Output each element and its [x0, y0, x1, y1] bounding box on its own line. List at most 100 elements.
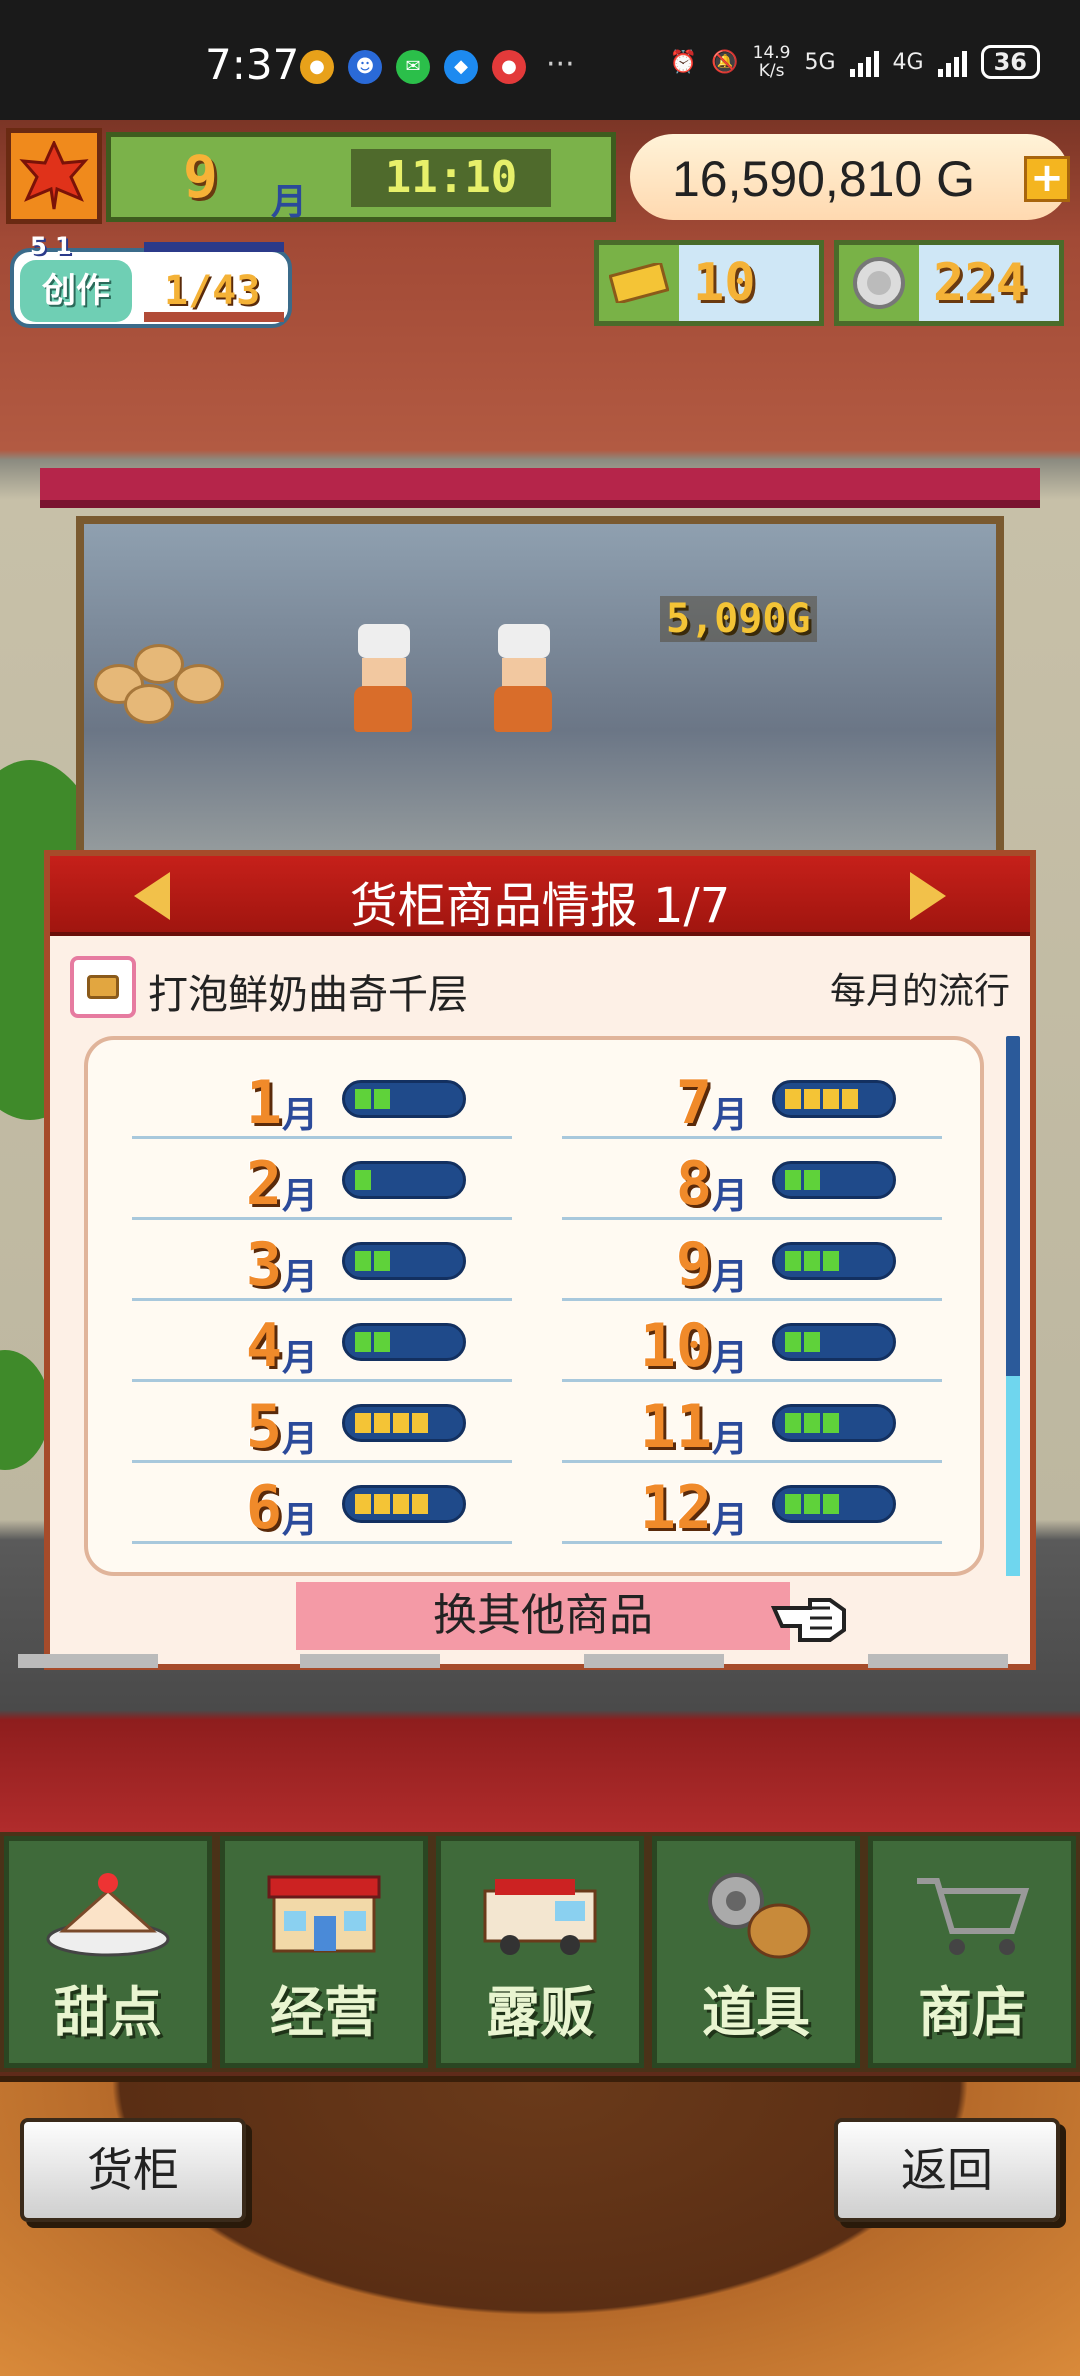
gauge-segment	[842, 1494, 858, 1514]
trend-scrollbar[interactable]	[1006, 1036, 1020, 1576]
craft-panel[interactable]: 5 1 创作 1/43	[10, 232, 292, 328]
net-speed-value: 14.9	[752, 43, 791, 63]
nav-store[interactable]: 商店	[868, 1836, 1076, 2068]
shop-window	[76, 516, 1004, 876]
medal-panel[interactable]: 224	[834, 240, 1064, 326]
nav-label: 经营	[270, 1981, 378, 2044]
gauge-segment	[804, 1494, 820, 1514]
gauge-segment	[823, 1494, 839, 1514]
sale-price-popup: 5,090G	[660, 596, 817, 642]
shopping-cart-icon	[917, 1878, 1030, 1955]
month-unit: 月	[712, 1176, 749, 1217]
notification-icons: ● ☻ ✉ ◆ ● ···	[300, 50, 575, 84]
wechat-icon: ✉	[396, 50, 430, 84]
road-marking	[300, 1654, 440, 1668]
season-leaf-icon[interactable]	[6, 128, 102, 224]
gauge-segment	[412, 1332, 428, 1352]
gauge-segment	[861, 1170, 877, 1190]
gauge-segment	[785, 1332, 801, 1352]
gauge-segment	[412, 1494, 428, 1514]
month-unit: 月	[712, 1095, 749, 1136]
craft-level: 5 1	[30, 232, 72, 260]
gauge-segment	[431, 1251, 447, 1271]
month-trend-row: 6月	[132, 1463, 512, 1544]
popularity-gauge	[342, 1080, 466, 1118]
status-bar: 7:37 ● ☻ ✉ ◆ ● ··· ⏰ 🔕 14.9 K/s 5G 4G 36	[0, 0, 1080, 120]
monthly-trend-panel: 1月2月3月4月5月6月 7 月 8 月 9 月 10 月 11 月 12 月	[84, 1036, 984, 1576]
nav-label: 甜点	[54, 1981, 162, 2044]
add-gold-button[interactable]: +	[1024, 156, 1070, 202]
monthly-trend-label: 每月的流行	[829, 971, 1010, 1012]
cake-icon	[46, 1873, 170, 1957]
medal-count: 224	[933, 253, 1027, 313]
cabinet-button[interactable]: 货柜	[20, 2118, 246, 2222]
nav-management[interactable]: 经营	[220, 1836, 428, 2068]
dialog-header: 货柜商品情报 1/7	[50, 856, 1030, 936]
bread-item	[174, 664, 224, 704]
gauge-segment	[431, 1089, 447, 1109]
gauge-segment	[823, 1332, 839, 1352]
gauge-segment	[431, 1494, 447, 1514]
weibo-icon: ●	[300, 50, 334, 84]
month-trend-row: 4月	[132, 1301, 512, 1382]
food-truck-icon	[483, 1879, 597, 1955]
month-number: 1	[245, 1068, 282, 1138]
month-unit: 月	[282, 1176, 319, 1217]
product-cake-icon	[70, 956, 136, 1018]
road-marking	[18, 1654, 158, 1668]
month-unit: 月	[282, 1338, 319, 1379]
month-trend-row: 10 月	[562, 1301, 942, 1382]
popularity-gauge	[772, 1485, 896, 1523]
ticket-icon	[599, 245, 679, 321]
gauge-segment	[355, 1251, 371, 1271]
app-face-icon: ☻	[348, 50, 382, 84]
bird-app-icon: ◆	[444, 50, 478, 84]
back-button[interactable]: 返回	[834, 2118, 1060, 2222]
gauge-segment	[823, 1089, 839, 1109]
gauge-segment	[374, 1332, 390, 1352]
gauge-segment	[412, 1089, 428, 1109]
popularity-gauge	[772, 1161, 896, 1199]
popularity-gauge	[342, 1161, 466, 1199]
gauge-segment	[355, 1089, 371, 1109]
trend-column-left: 1月2月3月4月5月6月	[132, 1058, 512, 1544]
month-trend-row: 8月	[562, 1139, 942, 1220]
month-unit: 月	[712, 1257, 749, 1298]
gauge-segment	[374, 1170, 390, 1190]
shop-building-icon	[267, 1875, 381, 1953]
month-unit: 月	[712, 1338, 749, 1379]
popularity-gauge	[342, 1485, 466, 1523]
nav-label: 商店	[918, 1981, 1026, 2044]
month-trend-row: 2月	[132, 1139, 512, 1220]
bottom-bar: 货柜 返回	[0, 2076, 1080, 2376]
status-right: ⏰ 🔕 14.9 K/s 5G 4G 36	[670, 44, 1040, 80]
nav-items[interactable]: 道具	[652, 1836, 860, 2068]
network-4g: 4G	[892, 49, 924, 75]
ticket-panel[interactable]: 10	[594, 240, 824, 326]
gauge-segment	[861, 1251, 877, 1271]
chef-character	[354, 624, 414, 734]
gauge-segment	[842, 1170, 858, 1190]
cabinet-product-info-dialog: 货柜商品情报 1/7 打泡鲜奶曲奇千层 每月的流行 1月2月3月4月5月6月 7…	[44, 850, 1036, 1670]
nav-dessert[interactable]: 甜点	[4, 1836, 212, 2068]
switch-product-button[interactable]: 换其他商品	[296, 1582, 790, 1650]
gauge-segment	[431, 1413, 447, 1433]
month-number: 5	[245, 1392, 282, 1462]
bottom-nav: 甜点 经营 露贩 道具 商店	[0, 1832, 1080, 2072]
gauge-segment	[861, 1332, 877, 1352]
next-arrow-icon[interactable]	[910, 872, 946, 920]
trend-scroll-thumb[interactable]	[1006, 1376, 1020, 1576]
more-icon: ···	[546, 47, 575, 82]
nav-food-stall[interactable]: 露贩	[436, 1836, 644, 2068]
gauge-segment	[842, 1332, 858, 1352]
month-trend-row: 3月	[132, 1220, 512, 1301]
bread-item	[124, 684, 174, 724]
popularity-gauge	[342, 1404, 466, 1442]
mute-icon: 🔕	[711, 49, 739, 75]
ticket-count: 10	[693, 253, 756, 313]
popularity-gauge	[772, 1323, 896, 1361]
status-time: 7:37	[205, 40, 300, 89]
craft-label: 创作	[20, 260, 132, 322]
popularity-gauge	[342, 1242, 466, 1280]
month-number: 4	[245, 1311, 282, 1381]
